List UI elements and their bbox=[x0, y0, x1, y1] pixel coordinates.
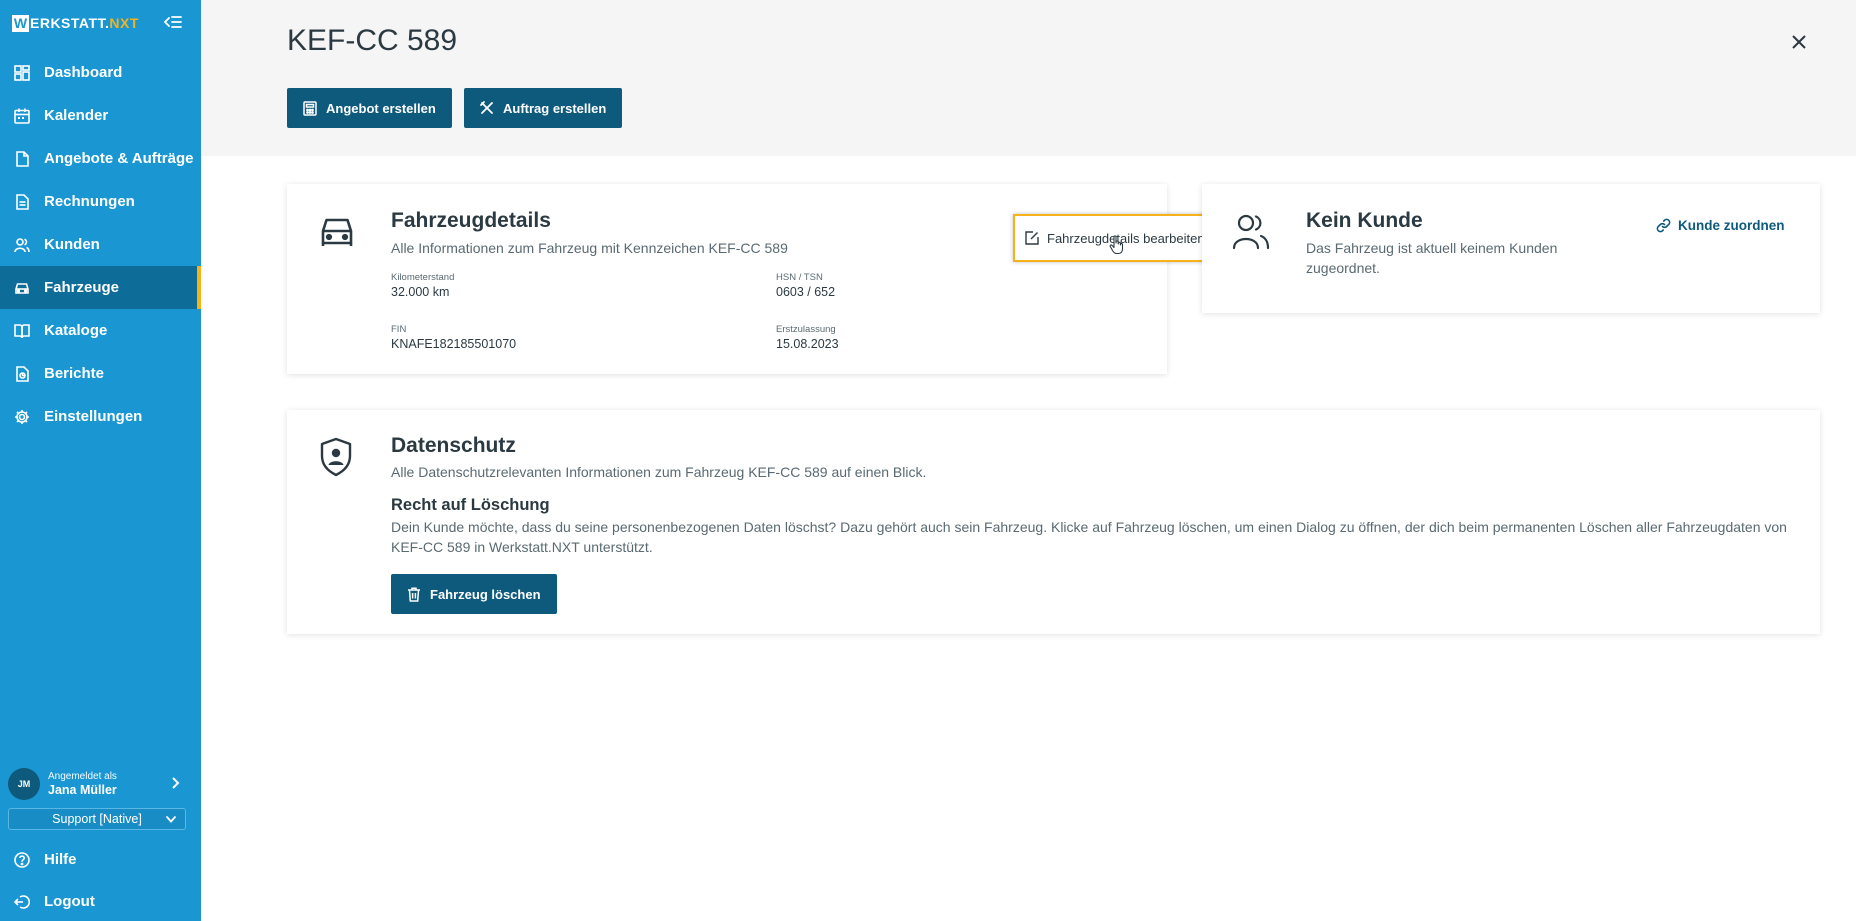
sidebar-item-label: Kalender bbox=[44, 107, 109, 124]
privacy-title: Datenschutz bbox=[391, 434, 516, 457]
sidebar-item-label: Dashboard bbox=[44, 64, 123, 81]
sidebar-item-rechnungen[interactable]: Rechnungen bbox=[0, 180, 201, 223]
user-name: Jana Müller bbox=[48, 782, 117, 797]
hand-cursor-icon bbox=[1109, 235, 1125, 258]
sidebar-item-fahrzeuge[interactable]: Fahrzeuge bbox=[0, 266, 201, 309]
tools-icon bbox=[480, 101, 494, 115]
user-profile[interactable]: JM Angemeldet als Jana Müller bbox=[0, 761, 201, 806]
sidebar-item-label: Berichte bbox=[44, 365, 105, 382]
delete-vehicle-button[interactable]: Fahrzeug löschen bbox=[391, 574, 557, 614]
car-icon bbox=[319, 214, 355, 253]
invoice-icon bbox=[14, 193, 30, 210]
delete-vehicle-label: Fahrzeug löschen bbox=[430, 586, 541, 602]
sidebar-item-label: Angebote & Aufträge bbox=[44, 150, 194, 167]
sidebar-item-label: Fahrzeuge bbox=[44, 279, 120, 296]
edit-icon bbox=[1025, 231, 1039, 245]
hsn-tsn-value: 0603 / 652 bbox=[776, 285, 836, 299]
link-icon bbox=[1656, 218, 1671, 233]
main-content: KEF-CC 589 Angebot erstellen Auftrag ers… bbox=[201, 0, 1856, 921]
calculator-icon bbox=[303, 100, 317, 116]
document-icon bbox=[14, 150, 30, 167]
deletion-text: Dein Kunde möchte, dass du seine persone… bbox=[391, 519, 1787, 555]
edit-vehicle-details-button[interactable]: Fahrzeugdetails bearbeiten bbox=[1013, 214, 1219, 262]
close-icon[interactable] bbox=[1790, 33, 1808, 51]
sidebar-item-label: Einstellungen bbox=[44, 408, 143, 425]
registration-label: Erstzulassung bbox=[776, 324, 836, 335]
avatar: JM bbox=[8, 767, 40, 800]
calendar-icon bbox=[14, 108, 30, 124]
role-select-value: Support [Native] bbox=[52, 812, 142, 826]
sidebar-item-einstellungen[interactable]: Einstellungen bbox=[0, 395, 201, 438]
create-order-button[interactable]: Auftrag erstellen bbox=[464, 88, 623, 128]
chevron-right-icon bbox=[171, 776, 181, 795]
shield-user-icon bbox=[319, 437, 353, 482]
logged-in-label: Angemeldet als bbox=[48, 770, 117, 782]
deletion-heading: Recht auf Löschung bbox=[391, 496, 550, 514]
logout-link[interactable]: Logout bbox=[0, 880, 201, 921]
page-header: KEF-CC 589 Angebot erstellen Auftrag ers… bbox=[201, 0, 1856, 156]
assign-customer-button[interactable]: Kunde zuordnen bbox=[1656, 218, 1785, 233]
chevron-down-icon bbox=[165, 813, 177, 828]
edit-vehicle-details-label: Fahrzeugdetails bearbeiten bbox=[1047, 230, 1205, 246]
sidebar-item-kunden[interactable]: Kunden bbox=[0, 223, 201, 266]
customer-card: Kein Kunde Das Fahrzeug ist aktuell kein… bbox=[1202, 184, 1820, 313]
sidebar-item-label: Kataloge bbox=[44, 322, 108, 339]
logout-icon bbox=[14, 894, 30, 910]
customers-icon bbox=[1232, 212, 1270, 255]
mileage-value: 32.000 km bbox=[391, 285, 450, 299]
app-logo[interactable]: W ERKSTATT.NXT bbox=[12, 14, 139, 32]
customer-title: Kein Kunde bbox=[1306, 209, 1423, 232]
sidebar-item-label: Rechnungen bbox=[44, 193, 135, 210]
sidebar-item-berichte[interactable]: Berichte bbox=[0, 352, 201, 395]
vehicle-details-card: Fahrzeugdetails Alle Informationen zum F… bbox=[287, 184, 1219, 374]
gear-icon bbox=[14, 409, 30, 425]
mileage-label: Kilometerstand bbox=[391, 272, 455, 283]
car-icon bbox=[14, 280, 30, 296]
collapse-sidebar-icon[interactable] bbox=[163, 12, 183, 32]
privacy-card: Datenschutz Alle Datenschutzrelevanten I… bbox=[287, 410, 1820, 634]
fin-value: KNAFE182185501070 bbox=[391, 337, 517, 351]
create-offer-button[interactable]: Angebot erstellen bbox=[287, 88, 452, 128]
sidebar-item-kalender[interactable]: Kalender bbox=[0, 94, 201, 137]
customer-subtitle: Das Fahrzeug ist aktuell keinem Kunden z… bbox=[1306, 240, 1558, 276]
privacy-subtitle: Alle Datenschutzrelevanten Informationen… bbox=[391, 464, 927, 480]
fin-label: FIN bbox=[391, 324, 407, 335]
create-offer-label: Angebot erstellen bbox=[326, 100, 436, 116]
logout-label: Logout bbox=[44, 893, 95, 910]
help-label: Hilfe bbox=[44, 851, 77, 868]
sidebar-item-dashboard[interactable]: Dashboard bbox=[0, 51, 201, 94]
logo-text: ERKSTATT. bbox=[30, 15, 110, 31]
page-title: KEF-CC 589 bbox=[287, 24, 458, 57]
help-icon bbox=[14, 851, 30, 868]
sidebar-item-kataloge[interactable]: Kataloge bbox=[0, 309, 201, 352]
sidebar: W ERKSTATT.NXT Dashboard Kalender Angebo… bbox=[0, 0, 201, 921]
sidebar-item-label: Kunden bbox=[44, 236, 100, 253]
trash-icon bbox=[407, 586, 421, 602]
vehicle-details-subtitle: Alle Informationen zum Fahrzeug mit Kenn… bbox=[391, 240, 788, 256]
hsn-tsn-label: HSN / TSN bbox=[776, 272, 823, 283]
role-select[interactable]: Support [Native] bbox=[8, 808, 186, 830]
dashboard-icon bbox=[14, 64, 30, 81]
book-icon bbox=[14, 323, 30, 339]
registration-value: 15.08.2023 bbox=[776, 337, 839, 351]
report-icon bbox=[14, 365, 30, 382]
logo-letter: W bbox=[12, 14, 29, 32]
assign-customer-label: Kunde zuordnen bbox=[1678, 218, 1785, 233]
help-link[interactable]: Hilfe bbox=[0, 838, 201, 881]
vehicle-details-title: Fahrzeugdetails bbox=[391, 209, 551, 232]
sidebar-item-angebote[interactable]: Angebote & Aufträge bbox=[0, 137, 201, 180]
logo-accent: NXT bbox=[109, 15, 139, 31]
customers-icon bbox=[14, 237, 30, 253]
main-nav: Dashboard Kalender Angebote & Aufträge R… bbox=[0, 51, 201, 438]
create-order-label: Auftrag erstellen bbox=[503, 100, 607, 116]
